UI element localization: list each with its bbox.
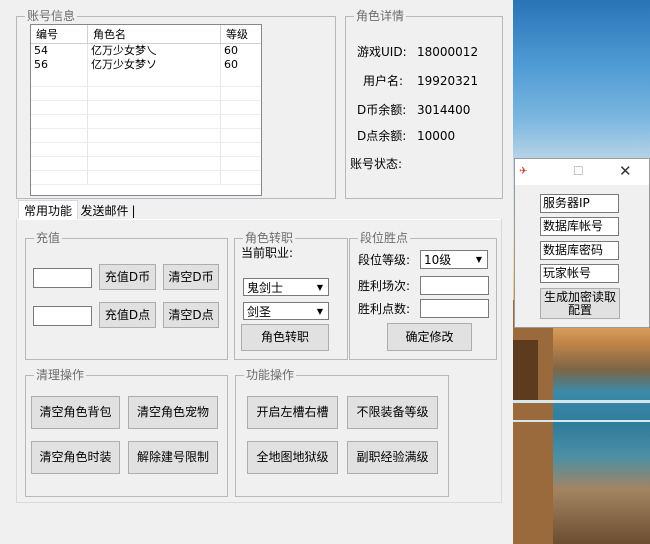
- table-cell-id: 54: [31, 43, 88, 58]
- empty-row: [31, 86, 261, 101]
- tab-send-mail-label: 发送邮件: [80, 204, 129, 218]
- recharge-point-button[interactable]: 充值D点: [99, 302, 156, 328]
- functions-title: 功能操作: [244, 368, 297, 382]
- recharge-coin-button[interactable]: 充值D币: [99, 264, 156, 290]
- wins-input[interactable]: [420, 276, 489, 295]
- game-uid-value: 18000012: [417, 45, 479, 59]
- clear-fashion-button[interactable]: 清空角色时装: [31, 441, 120, 474]
- wallpaper-wave: [513, 400, 650, 403]
- table-cell-name: 亿万少女梦ソ: [87, 58, 221, 72]
- popup-titlebar: ✈ ☐ ✕: [515, 159, 649, 185]
- points-label: 胜利点数:: [358, 302, 411, 316]
- d-point-value: 10000: [417, 129, 456, 143]
- rank-level-label: 段位等级:: [358, 253, 411, 267]
- empty-row: [31, 170, 261, 185]
- confirm-rank-button[interactable]: 确定修改: [387, 323, 472, 351]
- job-select[interactable]: 鬼剑士 ▼: [243, 278, 329, 296]
- table-cell-level: 60: [224, 44, 238, 57]
- open-slots-button[interactable]: 开启左槽右槽: [247, 396, 338, 429]
- unlimited-equip-button[interactable]: 不限装备等级: [347, 396, 438, 429]
- chevron-down-icon: ▼: [475, 255, 483, 264]
- empty-row: [31, 114, 261, 129]
- db-password-field[interactable]: 数据库密码: [540, 241, 619, 260]
- config-popup-window: ✈ ☐ ✕ 服务器IP 数据库帐号 数据库密码 玩家帐号 生成加密读取配置: [514, 158, 650, 328]
- server-ip-field[interactable]: 服务器IP: [540, 194, 619, 213]
- wins-label: 胜利场次:: [358, 279, 411, 293]
- generate-config-button[interactable]: 生成加密读取配置: [540, 288, 620, 319]
- rank-level-select[interactable]: 10级 ▼: [420, 250, 488, 269]
- username-value: 19920321: [417, 74, 479, 88]
- recharge-group: 充值: [25, 231, 228, 360]
- subjob-max-button[interactable]: 副职经验满级: [347, 441, 438, 474]
- account-table: 编号 角色名 等级 54 亿万少女梦乀 60 56 亿万少女梦ソ 60: [31, 25, 261, 185]
- points-input[interactable]: [420, 299, 489, 318]
- chevron-down-icon: ▼: [316, 283, 324, 292]
- role-detail-title: 角色详情: [354, 9, 407, 23]
- column-header-id[interactable]: 编号: [31, 25, 88, 44]
- column-header-level[interactable]: 等级: [220, 25, 261, 44]
- username-label: 用户名:: [363, 74, 404, 88]
- current-job-label: 当前职业:: [241, 246, 294, 260]
- d-coin-label: D币余额:: [357, 103, 407, 117]
- clear-bag-button[interactable]: 清空角色背包: [31, 396, 120, 429]
- job-select-value: 鬼剑士: [247, 281, 284, 295]
- recharge-title: 充值: [34, 231, 63, 245]
- table-cell-name: 亿万少女梦乀: [87, 43, 221, 58]
- d-point-label: D点余额:: [357, 129, 407, 143]
- table-cell-id: 56: [31, 58, 88, 72]
- d-coin-value: 3014400: [417, 103, 471, 117]
- table-cell-level: 60: [224, 58, 238, 71]
- column-header-name[interactable]: 角色名: [87, 25, 221, 44]
- recharge-coin-input[interactable]: [33, 268, 92, 288]
- account-list[interactable]: 编号 角色名 等级 54 亿万少女梦乀 60 56 亿万少女梦ソ 60: [30, 24, 262, 196]
- table-row[interactable]: 54 亿万少女梦乀 60: [31, 43, 261, 58]
- map-hell-button[interactable]: 全地图地狱级: [247, 441, 338, 474]
- close-icon[interactable]: ✕: [619, 162, 632, 180]
- account-status-label: 账号状态:: [350, 157, 403, 171]
- game-uid-label: 游戏UID:: [357, 45, 407, 59]
- player-account-field[interactable]: 玩家帐号: [540, 264, 619, 283]
- db-account-field[interactable]: 数据库帐号: [540, 217, 619, 236]
- empty-row: [31, 128, 261, 143]
- tab-common-functions-label: 常用功能: [23, 204, 72, 218]
- maximize-icon[interactable]: ☐: [573, 164, 584, 178]
- chevron-down-icon: ▼: [316, 307, 324, 316]
- tab-send-mail[interactable]: 发送邮件 |: [79, 202, 137, 219]
- cleanup-group: 清理操作: [25, 368, 228, 497]
- wallpaper-wave: [513, 420, 650, 422]
- table-row[interactable]: 56 亿万少女梦ソ 60: [31, 58, 261, 72]
- app-icon: ✈: [519, 166, 528, 177]
- clear-pet-button[interactable]: 清空角色宠物: [128, 396, 218, 429]
- functions-group: 功能操作: [235, 368, 449, 497]
- remove-limit-button[interactable]: 解除建号限制: [128, 441, 218, 474]
- job-change-title: 角色转职: [243, 231, 296, 245]
- wallpaper-rock: [513, 300, 553, 544]
- recharge-point-input[interactable]: [33, 306, 92, 326]
- cleanup-title: 清理操作: [34, 368, 87, 382]
- empty-row: [31, 142, 261, 157]
- rank-level-value: 10级: [424, 253, 452, 267]
- wallpaper-rock-shadow: [513, 340, 538, 400]
- tab-common-functions[interactable]: 常用功能: [18, 200, 78, 220]
- account-info-title: 账号信息: [25, 9, 78, 23]
- subjob-select-value: 剑圣: [247, 305, 272, 319]
- empty-row: [31, 100, 261, 115]
- empty-row: [31, 72, 261, 87]
- empty-row: [31, 156, 261, 171]
- clear-coin-button[interactable]: 清空D币: [163, 264, 219, 290]
- job-change-button[interactable]: 角色转职: [241, 324, 329, 351]
- subjob-select[interactable]: 剑圣 ▼: [243, 302, 329, 320]
- rank-title: 段位胜点: [358, 231, 411, 245]
- clear-point-button[interactable]: 清空D点: [163, 302, 219, 328]
